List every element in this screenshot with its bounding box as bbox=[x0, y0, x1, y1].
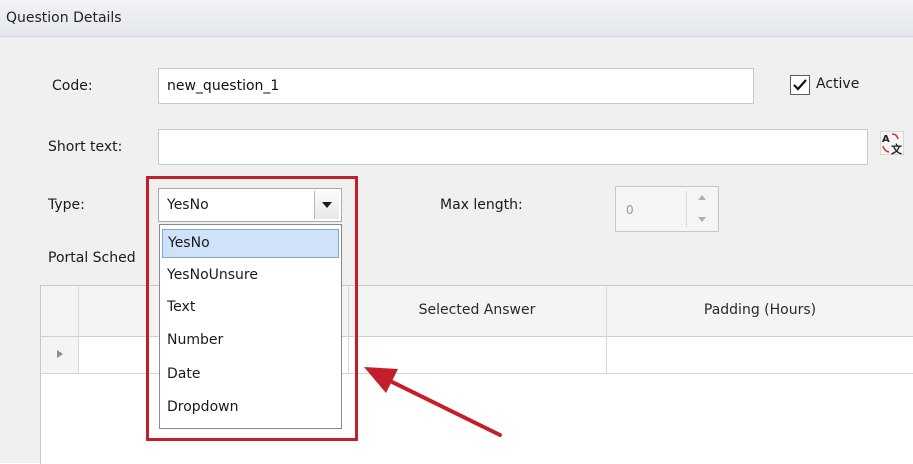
grid-header-selected-answer[interactable]: Selected Answer bbox=[348, 302, 606, 318]
code-input[interactable]: new_question_1 bbox=[158, 68, 754, 104]
annotation-arrow-icon bbox=[364, 367, 502, 437]
grid-divider bbox=[78, 286, 79, 374]
svg-text:A: A bbox=[882, 134, 890, 145]
active-label: Active bbox=[816, 76, 860, 92]
portal-schedule-label: Portal Sched bbox=[48, 250, 136, 266]
translate-icon[interactable]: A 文 bbox=[879, 130, 905, 156]
max-length-label: Max length: bbox=[440, 197, 523, 213]
grid-header-padding-hours[interactable]: Padding (Hours) bbox=[606, 302, 913, 318]
max-length-stepper: 0 bbox=[615, 186, 719, 232]
code-label: Code: bbox=[52, 78, 93, 94]
max-length-value: 0 bbox=[626, 203, 634, 217]
svg-text:文: 文 bbox=[891, 142, 903, 155]
type-label: Type: bbox=[48, 197, 85, 213]
annotation-highlight-box bbox=[146, 176, 358, 441]
section-header: Question Details bbox=[0, 0, 913, 37]
section-title: Question Details bbox=[6, 10, 122, 26]
stepper-divider bbox=[686, 191, 687, 227]
short-text-input[interactable] bbox=[158, 129, 868, 165]
spin-down-icon bbox=[698, 217, 706, 222]
row-indicator-icon bbox=[57, 350, 63, 358]
short-text-label: Short text: bbox=[48, 139, 123, 155]
spin-up-icon bbox=[698, 195, 706, 200]
code-input-value: new_question_1 bbox=[167, 78, 280, 94]
checkmark-icon bbox=[793, 79, 807, 91]
active-checkbox[interactable] bbox=[790, 75, 810, 95]
grid-divider bbox=[606, 286, 607, 374]
